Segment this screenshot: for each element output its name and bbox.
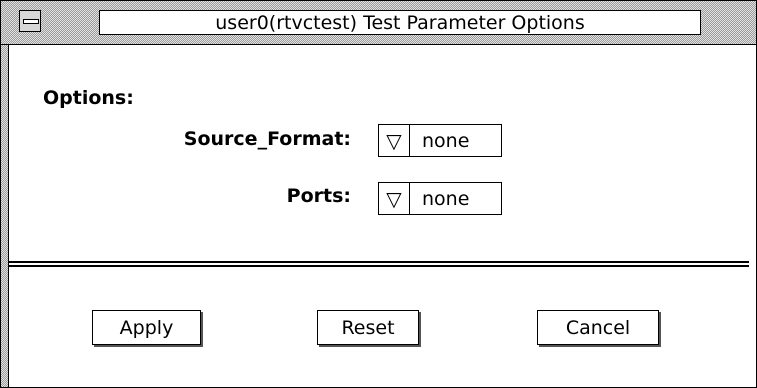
source-format-dropdown[interactable]: ▽ none (378, 124, 502, 157)
window-title: user0(rtvctest) Test Parameter Options (215, 12, 585, 34)
ports-dropdown[interactable]: ▽ none (378, 182, 502, 215)
triangle-down-icon[interactable]: ▽ (379, 183, 410, 214)
title-bar[interactable]: user0(rtvctest) Test Parameter Options (1, 1, 756, 45)
triangle-down-icon[interactable]: ▽ (379, 125, 410, 156)
source-format-value: none (422, 129, 470, 152)
dialog-window: user0(rtvctest) Test Parameter Options O… (0, 0, 757, 388)
ports-value: none (422, 187, 470, 210)
reset-button[interactable]: Reset (317, 310, 419, 345)
source-format-label: Source_Format: (183, 128, 351, 150)
title-box: user0(rtvctest) Test Parameter Options (99, 10, 701, 35)
window-menu-bar (23, 19, 39, 24)
options-heading: Options: (43, 87, 134, 109)
cancel-button[interactable]: Cancel (537, 310, 659, 345)
ports-label: Ports: (286, 185, 351, 207)
window-left-border (1, 45, 9, 387)
apply-button[interactable]: Apply (92, 310, 201, 345)
window-menu-icon[interactable] (19, 10, 41, 32)
separator (9, 261, 749, 267)
